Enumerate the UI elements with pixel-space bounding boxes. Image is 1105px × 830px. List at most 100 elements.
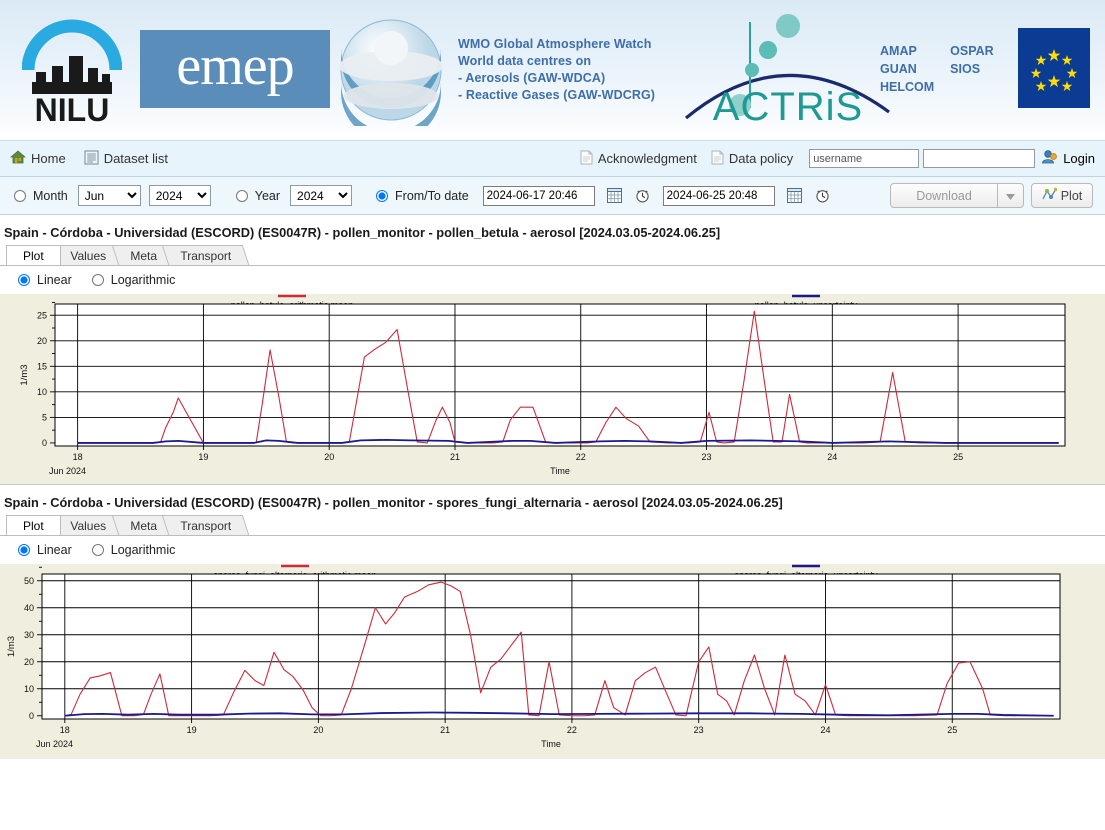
to-calendar-icon[interactable] — [786, 187, 803, 204]
wmo-line-2: - Aerosols (GAW-WDCA) — [458, 71, 606, 85]
login-button[interactable]: Login — [1041, 149, 1095, 168]
nav-dataset-list[interactable]: Dataset list — [84, 150, 168, 168]
year-radio[interactable] — [235, 189, 248, 202]
nav-acknowledgment[interactable]: Acknowledgment — [580, 150, 697, 168]
dataset-panel-2: Spain - Córdoba - Universidad (ESCORD) (… — [0, 485, 1105, 759]
gaw-globe-icon — [335, 14, 447, 140]
scale-log-radio-1[interactable] — [91, 274, 104, 286]
panel-2-body: Linear Logarithmic spores_fungi_alternar… — [0, 535, 1105, 759]
svg-text:18: 18 — [60, 725, 70, 735]
download-dropdown-button[interactable] — [998, 183, 1024, 208]
svg-text:20: 20 — [24, 657, 34, 667]
panel-2-title: Spain - Córdoba - Universidad (ESCORD) (… — [4, 495, 783, 510]
password-input[interactable] — [923, 149, 1036, 168]
svg-text:24: 24 — [820, 725, 830, 735]
emep-logo-text: emep — [176, 35, 294, 97]
svg-text:10: 10 — [37, 387, 47, 397]
chevron-down-icon — [1006, 189, 1015, 203]
svg-text:Time: Time — [550, 466, 570, 476]
login-label: Login — [1063, 151, 1095, 166]
chart-2-container: spores_fungi_alternaria, arithmetic mean… — [0, 564, 1105, 759]
svg-text:5: 5 — [42, 413, 47, 423]
svg-text:25: 25 — [37, 310, 47, 320]
tab-transport-2[interactable]: Transport — [161, 515, 250, 535]
european-union-flag-icon — [1018, 28, 1090, 108]
chart-1-container: pollen_betula, arithmetic meanpollen_bet… — [0, 294, 1105, 484]
tab-plot-2[interactable]: Plot — [6, 515, 61, 535]
nav-data-policy[interactable]: Data policy — [711, 150, 793, 168]
panel-2-scale-options: Linear Logarithmic — [0, 536, 1105, 564]
from-date-input[interactable] — [482, 185, 595, 206]
svg-text:19: 19 — [198, 452, 208, 462]
svg-text:23: 23 — [694, 725, 704, 735]
document-icon — [711, 150, 724, 168]
svg-text:Jun 2024: Jun 2024 — [49, 466, 86, 476]
partner-amap: AMAP — [880, 44, 917, 58]
scale-linear-radio-1[interactable] — [18, 274, 30, 286]
to-clock-icon[interactable] — [814, 187, 831, 204]
svg-text:18: 18 — [73, 452, 83, 462]
scale-log-option-1[interactable]: Logarithmic — [91, 273, 176, 287]
nav-dataset-list-label: Dataset list — [103, 151, 168, 166]
nav-acknowledgment-label: Acknowledgment — [597, 151, 697, 166]
scale-log-label-1: Logarithmic — [110, 273, 176, 287]
partner-ospar: OSPAR — [950, 44, 994, 58]
month-radio[interactable] — [14, 189, 26, 202]
username-input[interactable] — [809, 149, 920, 168]
panel-1-scale-options: Linear Logarithmic — [0, 266, 1105, 294]
svg-text:40: 40 — [24, 603, 34, 613]
scale-log-radio-2[interactable] — [91, 544, 104, 556]
fromto-radio[interactable] — [376, 189, 389, 202]
svg-text:1/m3: 1/m3 — [19, 364, 30, 385]
scale-linear-option-2[interactable]: Linear — [18, 543, 72, 557]
document-icon — [84, 150, 99, 168]
chart-1[interactable]: pollen_betula, arithmetic meanpollen_bet… — [0, 294, 1105, 479]
svg-text:21: 21 — [440, 725, 450, 735]
partner-guan: GUAN — [880, 62, 917, 76]
scale-linear-label-2: Linear — [37, 543, 72, 557]
scale-log-option-2[interactable]: Logarithmic — [91, 543, 176, 557]
tab-plot[interactable]: Plot — [6, 245, 61, 265]
nav-data-policy-label: Data policy — [728, 151, 794, 166]
svg-text:30: 30 — [24, 630, 34, 640]
user-icon — [1041, 149, 1058, 168]
svg-text:24: 24 — [827, 452, 837, 462]
svg-text:19: 19 — [187, 725, 197, 735]
from-calendar-icon[interactable] — [606, 187, 623, 204]
main-navigation-bar: Home Dataset list Acknowledgment Data po… — [0, 140, 1105, 177]
scale-log-label-2: Logarithmic — [110, 543, 176, 557]
svg-text:Jun 2024: Jun 2024 — [36, 739, 73, 749]
emep-logo: emep — [140, 30, 330, 108]
svg-text:NILU: NILU — [35, 92, 110, 128]
scale-linear-label-1: Linear — [37, 273, 72, 287]
from-clock-icon[interactable] — [634, 187, 651, 204]
svg-text:22: 22 — [567, 725, 577, 735]
to-date-input[interactable] — [662, 185, 775, 206]
panel-1-tabs: Plot Values Meta Transport — [0, 244, 1105, 265]
svg-text:21: 21 — [450, 452, 460, 462]
tab-transport[interactable]: Transport — [161, 245, 250, 265]
month-year-select[interactable]: 2024 — [148, 185, 211, 206]
year-label: Year — [254, 188, 281, 203]
site-banner: NILU emep WMO Global Atmosphere Watch Wo… — [0, 0, 1105, 140]
plot-label: Plot — [1060, 188, 1083, 203]
scale-linear-radio-2[interactable] — [18, 544, 30, 556]
svg-text:50: 50 — [24, 576, 34, 586]
wmo-line-0: WMO Global Atmosphere Watch — [458, 37, 652, 51]
partner-blank — [950, 78, 1010, 96]
scale-linear-option-1[interactable]: Linear — [18, 273, 72, 287]
nav-home[interactable]: Home — [9, 150, 66, 167]
svg-text:23: 23 — [702, 452, 712, 462]
document-icon — [580, 150, 593, 168]
plot-button[interactable]: Plot — [1031, 183, 1093, 208]
chart-2[interactable]: spores_fungi_alternaria, arithmetic mean… — [0, 564, 1105, 754]
tab-meta-label: Meta — [129, 248, 157, 263]
year-select[interactable]: 2024 — [290, 185, 353, 206]
dataset-panel-1: Spain - Córdoba - Universidad (ESCORD) (… — [0, 215, 1105, 484]
nilu-logo: NILU — [21, 8, 123, 128]
panel-1-title: Spain - Córdoba - Universidad (ESCORD) (… — [4, 225, 721, 240]
download-button[interactable]: Download — [890, 183, 998, 208]
svg-text:0: 0 — [29, 711, 34, 721]
svg-text:22: 22 — [576, 452, 586, 462]
month-select[interactable]: Jun — [77, 185, 141, 206]
